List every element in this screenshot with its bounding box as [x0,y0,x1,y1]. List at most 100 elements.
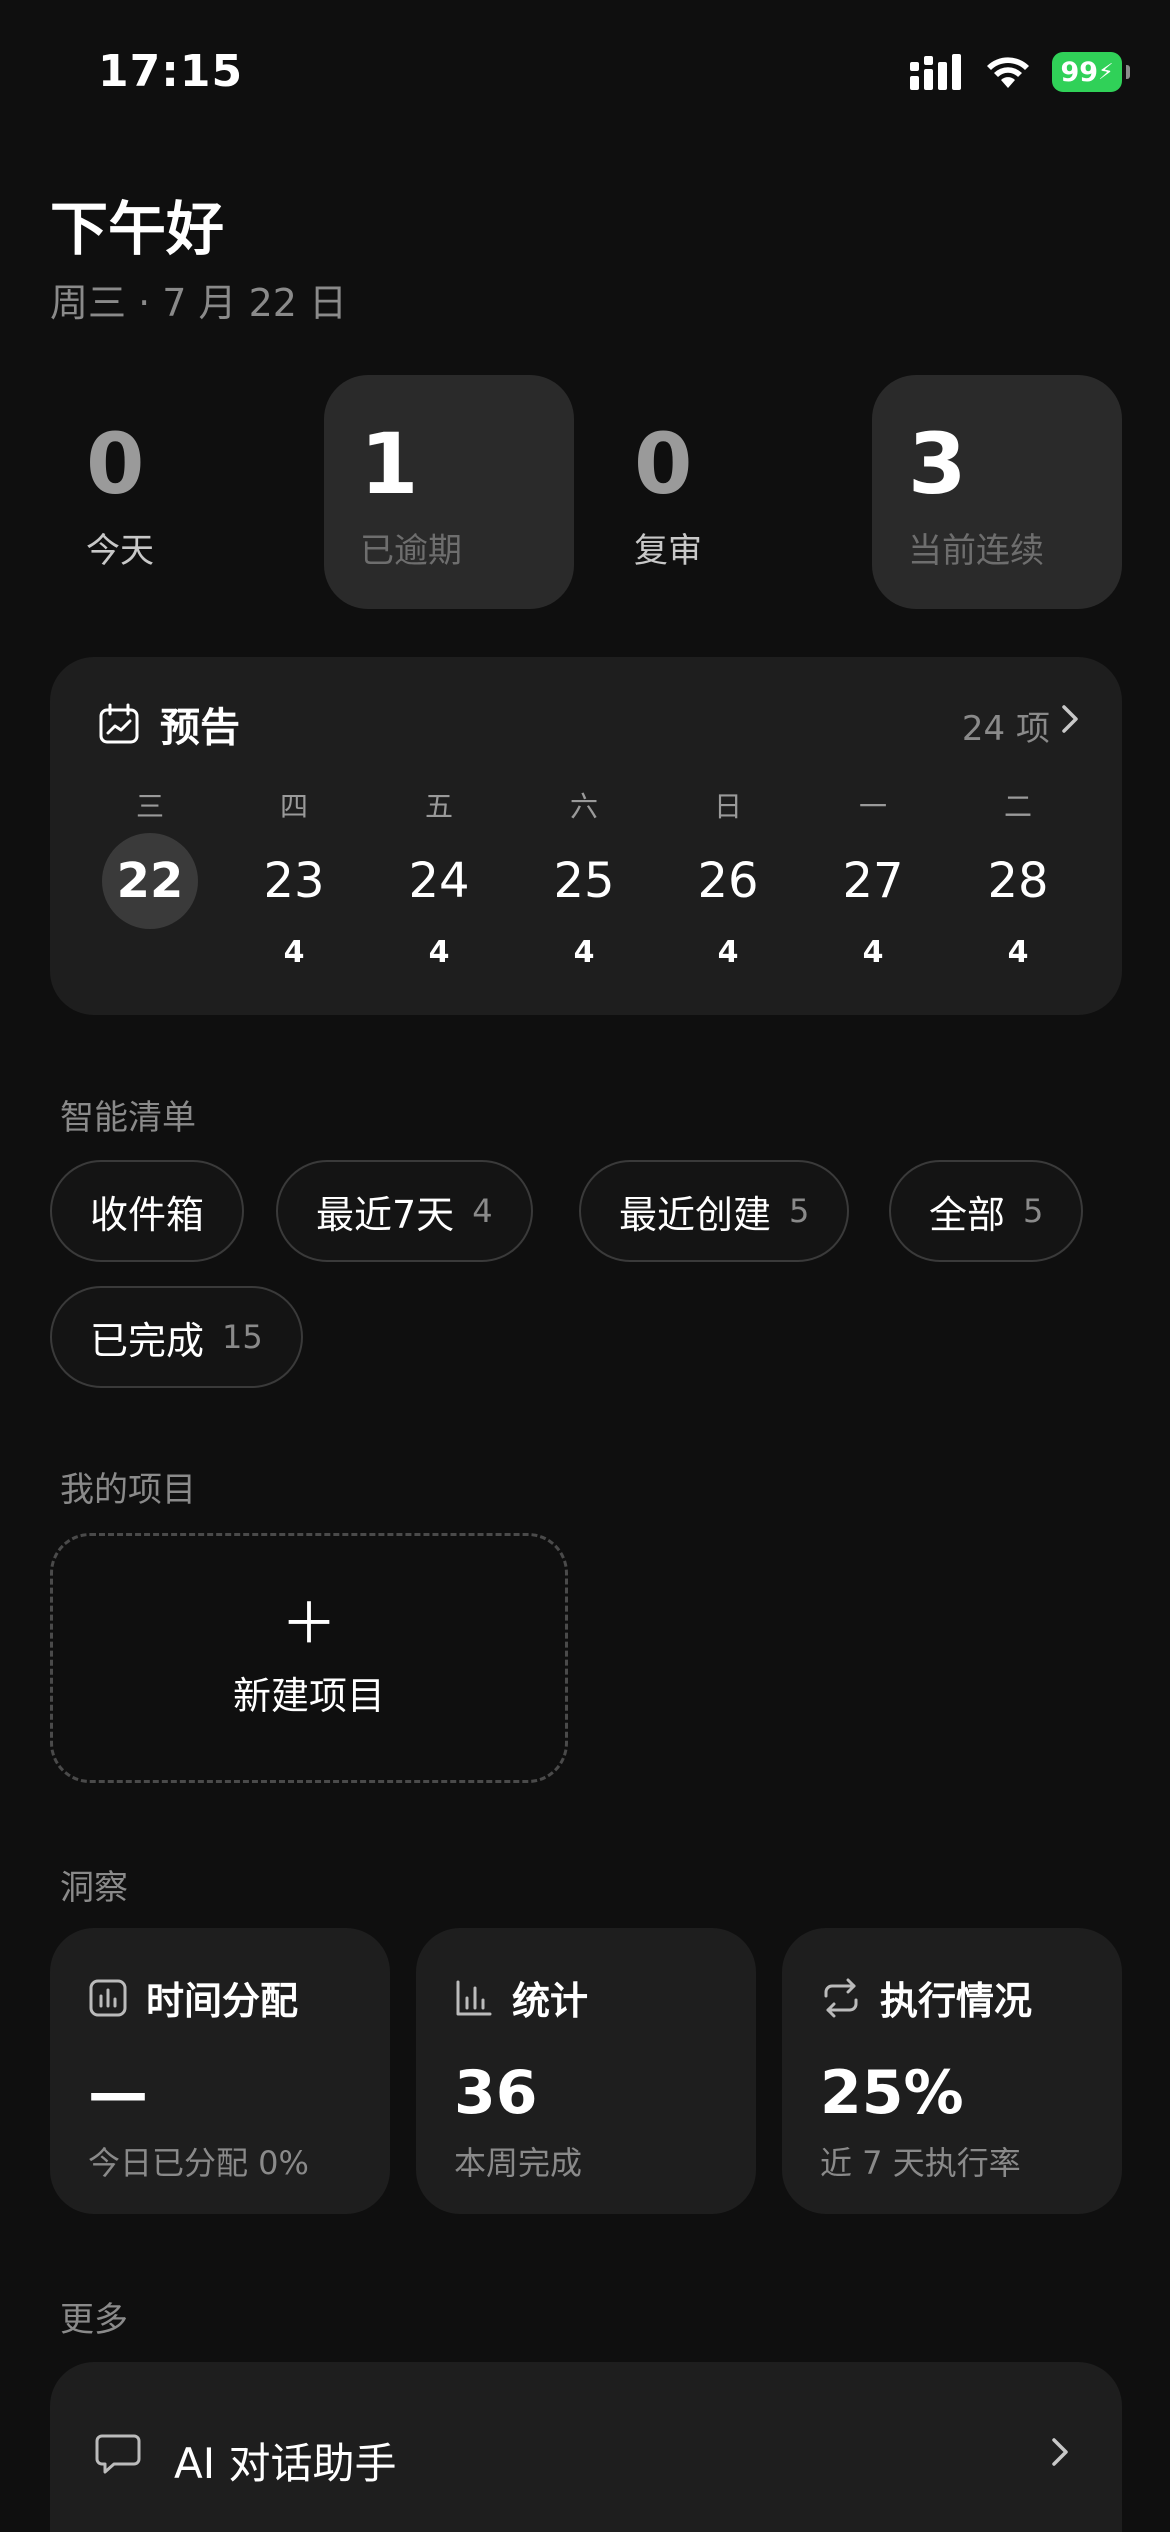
forecast-header: 预告 [98,695,240,753]
stat-review[interactable]: 0 复审 [598,375,848,609]
day-date: 27 [842,853,904,909]
insight-card-execution[interactable]: 执行情况 25% 近 7 天执行率 [782,1928,1122,2214]
chip-count: 5 [1023,1192,1044,1230]
forecast-title: 预告 [160,705,240,751]
insight-subtitle: 今日已分配 0% [88,2144,309,2182]
day-count: 4 [862,935,884,970]
forecast-count: 24 项 [961,709,1050,749]
calendar-trend-icon [99,703,139,744]
stat-label: 已逾期 [360,531,462,571]
insight-header: 执行情况 [820,1970,1032,2025]
status-icons: 99 ⚡ [910,52,1130,92]
battery-level: 99 [1060,56,1099,88]
forecast-day[interactable]: 六 25 4 [524,787,644,970]
day-date: 28 [987,853,1049,909]
stats-row: 0 今天 1 已逾期 0 复审 3 当前连续 [50,375,1122,609]
stat-today[interactable]: 0 今天 [50,375,300,609]
day-weekday: 二 [1003,790,1032,823]
day-date: 24 [408,853,470,909]
day-weekday: 一 [858,790,887,823]
smart-list-completed[interactable]: 已完成 15 [50,1286,303,1388]
stat-streak[interactable]: 3 当前连续 [872,375,1122,609]
day-count: 4 [1007,935,1029,970]
chip-count: 15 [222,1318,263,1356]
section-title-smart-lists: 智能清单 [60,1098,196,1138]
chevron-right-icon[interactable] [1058,701,1082,737]
stats-icon [456,1980,492,2015]
chip-count: 5 [789,1192,810,1230]
insight-header: 时间分配 [88,1970,298,2025]
day-weekday: 三 [135,790,164,823]
section-title-projects: 我的项目 [60,1470,196,1510]
greeting-title: 下午好 [50,195,225,263]
insight-title: 统计 [512,1979,589,2023]
battery-indicator: 99 ⚡ [1052,52,1130,92]
smart-list-inbox[interactable]: 收件箱 [50,1160,245,1262]
forecast-day[interactable]: 三 22 [90,787,210,935]
day-count: 4 [717,935,739,970]
insight-subtitle: 近 7 天执行率 [820,2144,1021,2182]
repeat-icon [824,1978,858,2017]
new-project-label: 新建项目 [232,1673,385,1718]
more-item-label: AI 对话助手 [174,2439,397,2488]
insight-value: 36 [454,2058,538,2128]
chat-bubble-icon [95,2434,141,2474]
more-list: AI 对话助手 [50,2362,1122,2532]
day-count: 4 [573,935,595,970]
stat-value: 3 [908,415,967,513]
day-date: 23 [263,853,325,909]
insight-subtitle: 本周完成 [454,2144,583,2182]
cellular-signal-icon [910,54,961,90]
new-project-button[interactable]: ＋ 新建项目 [50,1533,568,1783]
forecast-card[interactable]: 预告 24 项 三 22 四 23 4 五 24 4 六 25 4 日 26 4… [50,657,1122,1015]
forecast-day[interactable]: 四 23 4 [234,787,354,970]
day-weekday: 五 [424,790,453,823]
stat-value: 1 [360,415,419,513]
section-title-more: 更多 [60,2300,128,2340]
day-weekday: 日 [713,790,742,823]
chip-label: 收件箱 [90,1192,205,1237]
chip-count: 4 [472,1192,493,1230]
chevron-right-icon [1052,2438,1068,2466]
forecast-day[interactable]: 日 26 4 [668,787,788,970]
stat-value: 0 [86,415,145,513]
insight-title: 时间分配 [146,1979,299,2023]
smart-list-recently-created[interactable]: 最近创建 5 [579,1160,850,1262]
forecast-days: 三 22 四 23 4 五 24 4 六 25 4 日 26 4 一 27 4 … [50,787,1122,987]
day-count: 4 [283,935,305,970]
chip-label: 已完成 [90,1318,205,1363]
insight-card-statistics[interactable]: 统计 36 本周完成 [416,1928,756,2214]
day-date: 22 [102,833,198,929]
insight-header: 统计 [454,1970,588,2025]
stat-overdue[interactable]: 1 已逾期 [324,375,574,609]
charging-bolt-icon: ⚡ [1098,59,1114,85]
status-time: 17:15 [98,46,244,97]
bar-chart-icon [89,1979,127,2016]
wifi-icon [987,57,1029,88]
day-date: 26 [697,853,759,909]
section-title-insights: 洞察 [60,1868,128,1908]
insight-value: — [88,2058,148,2128]
insight-card-time-allocation[interactable]: 时间分配 — 今日已分配 0% [50,1928,390,2214]
insight-title: 执行情况 [880,1979,1033,2023]
status-bar: 17:15 99 ⚡ [0,0,1170,150]
day-count: 4 [428,935,450,970]
more-item-ai-assistant[interactable]: AI 对话助手 [50,2362,1122,2532]
smart-list-all[interactable]: 全部 5 [889,1160,1084,1262]
day-weekday: 六 [569,790,598,823]
day-date: 25 [553,853,615,909]
chip-label: 最近创建 [619,1192,772,1237]
home-screen: 17:15 99 ⚡ 下午好 周三 · 7 月 22 日 0 今天 1 已逾期 … [0,0,1170,2532]
date-subtitle: 周三 · 7 月 22 日 [50,281,348,325]
plus-icon: ＋ [281,1591,337,1657]
smart-list-last-7-days[interactable]: 最近7天 4 [276,1160,533,1262]
stat-label: 复审 [634,531,702,571]
forecast-day[interactable]: 一 27 4 [813,787,933,970]
stat-label: 今天 [86,531,154,571]
forecast-day[interactable]: 二 28 4 [958,787,1078,970]
insight-value: 25% [820,2058,964,2128]
chip-label: 最近7天 [316,1192,455,1237]
stat-value: 0 [634,415,693,513]
forecast-day[interactable]: 五 24 4 [379,787,499,970]
stat-label: 当前连续 [908,531,1044,571]
